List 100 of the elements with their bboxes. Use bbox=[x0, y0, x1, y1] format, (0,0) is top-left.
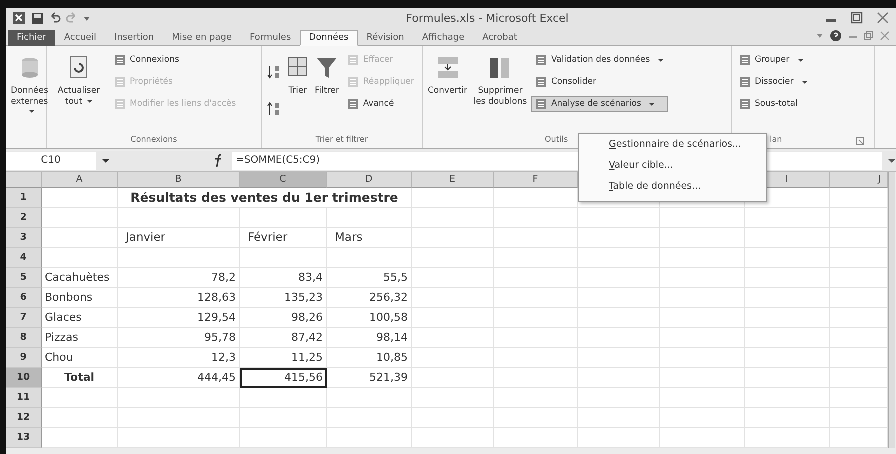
column-header[interactable]: F bbox=[494, 172, 578, 188]
list-icon bbox=[114, 76, 126, 88]
ribbon-button[interactable]: Trier bbox=[285, 48, 311, 133]
refresh-icon bbox=[68, 56, 90, 80]
sort-descending-icon[interactable] bbox=[267, 100, 281, 117]
table-cell: 98,14 bbox=[327, 328, 412, 348]
row-header[interactable]: 12 bbox=[6, 408, 42, 428]
ribbon-button[interactable]: Grouper bbox=[735, 52, 812, 68]
row-header[interactable]: 7 bbox=[6, 308, 42, 328]
list-icon bbox=[739, 54, 751, 66]
ribbon-tab[interactable]: Données bbox=[300, 30, 358, 46]
ribbon-button[interactable]: Filtrer bbox=[313, 48, 342, 133]
table-cell: Mars bbox=[327, 228, 412, 248]
table-cell: 128,63 bbox=[118, 288, 240, 308]
table-cell: Bonbons bbox=[42, 288, 118, 308]
ribbon-button[interactable]: Convertir bbox=[426, 48, 470, 133]
list-icon bbox=[347, 98, 360, 110]
scrollbar[interactable] bbox=[888, 172, 895, 448]
list-icon bbox=[535, 76, 548, 88]
table-cell: Janvier bbox=[118, 228, 240, 248]
maximize-icon[interactable] bbox=[850, 12, 864, 24]
column-header[interactable]: A bbox=[42, 172, 118, 188]
row-header[interactable]: 1 bbox=[6, 188, 42, 208]
table-cell: 12,3 bbox=[118, 348, 240, 368]
funnel-icon bbox=[316, 56, 338, 80]
save-icon[interactable] bbox=[31, 12, 44, 24]
ribbon-tab[interactable]: Acrobat bbox=[474, 30, 526, 46]
row-header[interactable]: 6 bbox=[6, 288, 42, 308]
table-cell: 100,58 bbox=[327, 308, 412, 328]
caret-icon[interactable] bbox=[102, 157, 110, 165]
ribbon-button[interactable]: Sous-total bbox=[735, 96, 812, 112]
restore-icon[interactable] bbox=[864, 31, 874, 41]
row-header[interactable]: 2 bbox=[6, 208, 42, 228]
list-icon bbox=[535, 98, 548, 110]
column-header[interactable]: J bbox=[830, 172, 888, 188]
ribbon-tab[interactable]: Affichage bbox=[413, 30, 474, 46]
ribbon-button[interactable]: Avancé bbox=[343, 96, 418, 112]
ribbon-button[interactable]: Données externes bbox=[9, 48, 50, 133]
ribbon-tab[interactable]: Révision bbox=[358, 30, 414, 46]
expand-icon[interactable] bbox=[888, 157, 896, 165]
ribbon-button[interactable]: Validation des données bbox=[531, 52, 668, 68]
name-box[interactable]: C10 bbox=[6, 152, 96, 170]
column-header[interactable]: B bbox=[118, 172, 240, 188]
table-cell: 95,78 bbox=[118, 328, 240, 348]
undo-icon[interactable] bbox=[49, 12, 61, 24]
window-title: Formules.xls - Microsoft Excel bbox=[405, 12, 570, 24]
table-cell: 256,32 bbox=[327, 288, 412, 308]
row-header[interactable]: 3 bbox=[6, 228, 42, 248]
ribbon-tab[interactable]: Accueil bbox=[55, 30, 106, 46]
ribbon-button[interactable]: Dissocier bbox=[735, 74, 812, 90]
table-cell: 10,85 bbox=[327, 348, 412, 368]
ribbon-tab[interactable]: Insertion bbox=[106, 30, 164, 46]
group-label: lan bbox=[770, 135, 782, 144]
list-icon bbox=[347, 54, 360, 66]
group-label: Connexions bbox=[130, 135, 178, 144]
list-icon bbox=[347, 76, 360, 88]
ribbon-button[interactable]: Supprimer les doublons bbox=[471, 48, 530, 133]
dialog-launcher-icon[interactable] bbox=[856, 137, 864, 145]
list-icon bbox=[114, 54, 126, 66]
table-cell: Total bbox=[42, 368, 118, 388]
table-cell: Résultats des ventes du 1er trimestre bbox=[118, 188, 412, 208]
ribbon-tab[interactable]: Formules bbox=[241, 30, 300, 46]
row-header[interactable]: 5 bbox=[6, 268, 42, 288]
table-cell: 83,4 bbox=[240, 268, 327, 288]
group-label: Outils bbox=[545, 135, 568, 144]
table-cell: 129,54 bbox=[118, 308, 240, 328]
row-header[interactable]: 4 bbox=[6, 248, 42, 268]
table-cell: Pizzas bbox=[42, 328, 118, 348]
list-icon bbox=[535, 54, 548, 66]
ribbon-button[interactable]: Connexions bbox=[110, 52, 240, 68]
row-header[interactable]: 8 bbox=[6, 328, 42, 348]
sort-ascending-icon[interactable] bbox=[267, 64, 281, 80]
table-cell: 11,25 bbox=[240, 348, 327, 368]
row-header[interactable]: 10 bbox=[6, 368, 42, 388]
close-icon[interactable] bbox=[876, 12, 890, 24]
help-icon[interactable] bbox=[830, 30, 842, 42]
table-cell: 78,2 bbox=[118, 268, 240, 288]
table-cell: Février bbox=[240, 228, 327, 248]
ribbon-button[interactable]: Consolider bbox=[531, 74, 668, 90]
column-header[interactable]: E bbox=[412, 172, 494, 188]
list-icon bbox=[739, 76, 751, 88]
row-header[interactable]: 11 bbox=[6, 388, 42, 408]
table-cell: 521,39 bbox=[327, 368, 412, 388]
convert-icon bbox=[436, 56, 459, 80]
list-icon bbox=[739, 98, 751, 110]
ribbon-tab[interactable]: Mise en page bbox=[163, 30, 242, 46]
table-cell: 444,45 bbox=[118, 368, 240, 388]
ribbon-tab[interactable]: Fichier bbox=[8, 30, 56, 46]
table-cell: Glaces bbox=[42, 308, 118, 328]
column-header[interactable]: D bbox=[327, 172, 412, 188]
row-header[interactable]: 13 bbox=[6, 428, 42, 448]
ribbon-button[interactable]: Analyse de scénarios bbox=[531, 96, 668, 112]
column-header[interactable]: C bbox=[240, 172, 327, 188]
selected-cell[interactable]: 415,56 bbox=[240, 368, 327, 388]
table-cell: 98,26 bbox=[240, 308, 327, 328]
row-header[interactable]: 9 bbox=[6, 348, 42, 368]
list-icon bbox=[114, 98, 126, 110]
ribbon-button[interactable]: Actualiser tout bbox=[50, 48, 108, 133]
columns-icon bbox=[489, 56, 512, 80]
table-cell: 135,23 bbox=[240, 288, 327, 308]
